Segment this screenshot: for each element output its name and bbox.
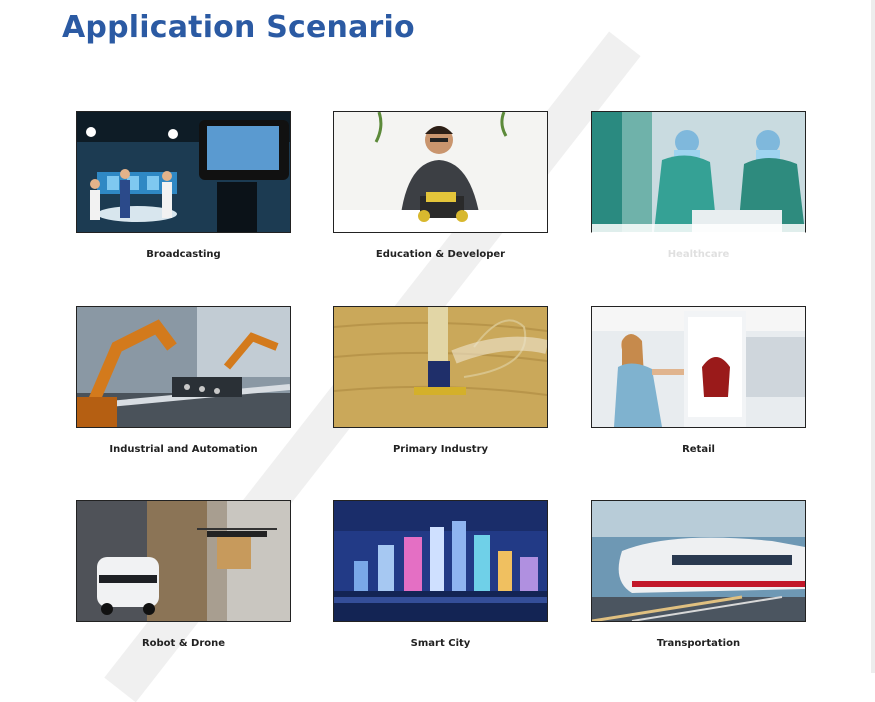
scenario-card-industrial[interactable]: Industrial and Automation bbox=[76, 306, 291, 455]
scenario-label: Healthcare bbox=[667, 249, 730, 260]
scenario-card-broadcasting[interactable]: Broadcasting bbox=[76, 111, 291, 260]
scenario-label: Broadcasting bbox=[146, 249, 221, 260]
page-title: Application Scenario bbox=[62, 10, 415, 45]
harvester-field-image bbox=[333, 306, 548, 428]
scenario-label: Robot & Drone bbox=[141, 638, 226, 649]
broadcast-studio-image bbox=[76, 111, 291, 233]
scenario-label: Transportation bbox=[656, 638, 741, 649]
scenario-card-robot-drone[interactable]: Robot & Drone bbox=[76, 500, 291, 649]
robot-arms-factory-image bbox=[76, 306, 291, 428]
scenario-card-healthcare[interactable]: Healthcare bbox=[591, 111, 806, 260]
scenario-card-primary-industry[interactable]: Primary Industry bbox=[333, 306, 548, 455]
scrollbar[interactable] bbox=[871, 0, 875, 673]
retail-kiosk-image bbox=[591, 306, 806, 428]
scenario-label: Education & Developer bbox=[375, 249, 506, 260]
surgery-room-image bbox=[591, 111, 806, 233]
city-skyline-night-image bbox=[333, 500, 548, 622]
scenario-label: Retail bbox=[682, 444, 715, 455]
high-speed-train-image bbox=[591, 500, 806, 622]
delivery-robot-drone-image bbox=[76, 500, 291, 622]
scenario-label: Smart City bbox=[410, 638, 471, 649]
scenario-card-education[interactable]: Education & Developer bbox=[333, 111, 548, 260]
scenario-card-smart-city[interactable]: Smart City bbox=[333, 500, 548, 649]
scenario-label: Primary Industry bbox=[392, 444, 489, 455]
developer-robot-image bbox=[333, 111, 548, 233]
scenario-card-transportation[interactable]: Transportation bbox=[591, 500, 806, 649]
scenario-card-retail[interactable]: Retail bbox=[591, 306, 806, 455]
scenario-label: Industrial and Automation bbox=[109, 444, 258, 455]
